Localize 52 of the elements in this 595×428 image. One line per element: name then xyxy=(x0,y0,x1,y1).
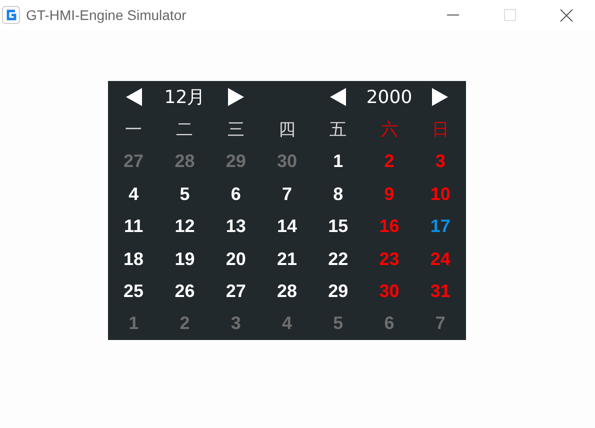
calendar-day[interactable]: 15 xyxy=(326,216,350,238)
calendar-day[interactable]: 26 xyxy=(172,280,197,302)
calendar-day[interactable]: 27 xyxy=(224,280,248,302)
month-label: 12月 xyxy=(164,86,206,110)
calendar-day[interactable]: 13 xyxy=(224,216,248,238)
right-triangle-icon xyxy=(228,88,244,106)
minimize-icon xyxy=(446,14,458,16)
calendar-day[interactable]: 3 xyxy=(433,151,448,172)
weekday-label: 六 xyxy=(380,119,398,142)
weekday-label: 二 xyxy=(176,119,194,142)
calendar-day[interactable]: 18 xyxy=(122,248,146,270)
calendar-day[interactable]: 1 xyxy=(331,151,346,172)
calendar-day[interactable]: 2 xyxy=(382,151,396,172)
close-icon xyxy=(560,8,573,22)
calendar-day[interactable]: 12 xyxy=(172,216,197,238)
calendar-day[interactable]: 17 xyxy=(428,216,452,238)
next-year-button[interactable] xyxy=(431,87,450,108)
calendar-day[interactable]: 11 xyxy=(122,216,146,238)
weekday-label: 一 xyxy=(125,119,142,142)
year-label: 2000 xyxy=(366,86,412,108)
calendar-day[interactable]: 7 xyxy=(280,184,294,205)
calendar-day[interactable]: 29 xyxy=(326,280,350,302)
calendar-day[interactable]: 30 xyxy=(377,280,402,302)
calendar-day[interactable]: 6 xyxy=(228,184,243,205)
previous-month-button[interactable] xyxy=(124,87,143,108)
weekday-label: 日 xyxy=(432,119,449,142)
calendar-day[interactable]: 23 xyxy=(377,248,402,270)
calendar-day[interactable]: 24 xyxy=(428,248,452,270)
previous-year-button[interactable] xyxy=(329,87,348,108)
weekday-label: 四 xyxy=(278,119,296,142)
right-triangle-icon xyxy=(432,88,448,106)
calendar-day[interactable]: 10 xyxy=(428,184,452,205)
maximize-icon xyxy=(504,9,516,21)
next-month-button[interactable] xyxy=(226,87,245,108)
weekday-label: 五 xyxy=(330,119,347,142)
calendar-day[interactable]: 19 xyxy=(172,248,197,270)
calendar-day[interactable]: 8 xyxy=(331,184,346,205)
calendar-day[interactable]: 21 xyxy=(274,248,299,270)
calendar-day[interactable]: 16 xyxy=(377,216,402,238)
calendar-day[interactable]: 4 xyxy=(126,184,141,205)
calendar-day[interactable]: 5 xyxy=(178,184,192,205)
calendar-day[interactable]: 25 xyxy=(122,280,146,302)
left-triangle-icon xyxy=(330,88,346,106)
calendar-day[interactable]: 20 xyxy=(224,248,248,270)
calendar-day[interactable]: 28 xyxy=(274,280,299,302)
calendar-day[interactable]: 22 xyxy=(326,248,350,270)
calendar-day[interactable]: 9 xyxy=(382,184,396,205)
calendar-day[interactable]: 31 xyxy=(428,280,452,302)
calendar-day[interactable]: 14 xyxy=(274,216,299,238)
left-triangle-icon xyxy=(126,88,142,106)
weekday-label: 三 xyxy=(227,119,244,142)
window-title: GT-HMI-Engine Simulator xyxy=(26,7,188,23)
